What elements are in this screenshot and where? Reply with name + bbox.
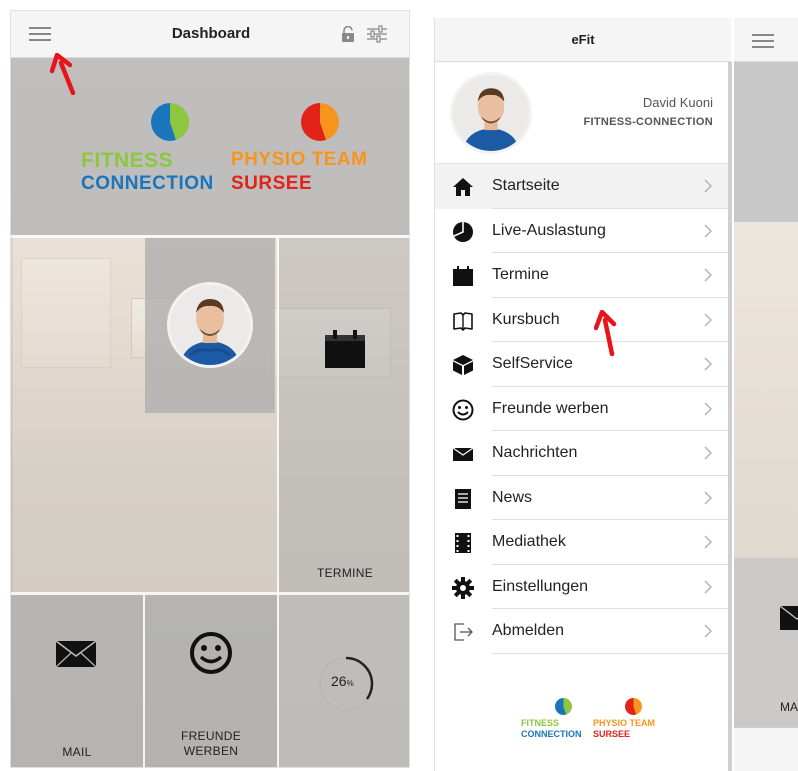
menu-item-label: Nachrichten	[492, 444, 578, 461]
menu-item-label: Termine	[492, 266, 549, 283]
filter-sliders-icon[interactable]	[367, 25, 387, 43]
drawer-header: eFit	[435, 18, 731, 62]
fitness-connection-logo: FITNESS CONNECTION	[81, 103, 213, 198]
menu-item-label: Kursbuch	[492, 310, 560, 328]
menu-item-label: Abmelden	[492, 622, 565, 639]
smiley-icon	[452, 399, 474, 421]
avatar	[450, 72, 532, 154]
freunde-werben-tile[interactable]: FREUNDE WERBEN	[145, 595, 277, 767]
pie-chart-icon	[452, 221, 474, 243]
menu-item-termine[interactable]: Termine	[435, 253, 729, 298]
home-icon	[452, 176, 474, 198]
chevron-right-icon	[703, 356, 713, 372]
chevron-right-icon	[703, 178, 713, 194]
menu-item-selfservice[interactable]: SelfService	[435, 342, 729, 387]
drawer-screen: MA eFit David Kuoni FITNESS-CONNECTION S…	[434, 18, 798, 771]
annotation-arrow-icon	[49, 53, 76, 95]
physio-team-logo: PHYSIO TEAM SURSEE	[593, 698, 655, 744]
navigation-drawer: eFit David Kuoni FITNESS-CONNECTION Star…	[434, 18, 731, 771]
physio-team-logo: PHYSIO TEAM SURSEE	[231, 103, 367, 198]
tile-divider	[143, 595, 145, 767]
chevron-right-icon	[703, 579, 713, 595]
menu-divider	[492, 652, 729, 654]
tile-divider	[11, 592, 409, 595]
logout-icon	[452, 621, 474, 643]
occupancy-value: 26%	[331, 673, 354, 689]
chevron-right-icon	[703, 490, 713, 506]
calendar-icon	[452, 265, 474, 287]
smiley-icon	[190, 632, 232, 674]
avatar	[167, 282, 253, 368]
chevron-right-icon	[703, 223, 713, 239]
profile-name: David Kuoni	[642, 95, 713, 110]
news-icon	[452, 488, 474, 510]
profile-section[interactable]: David Kuoni FITNESS-CONNECTION	[435, 62, 729, 164]
profile-tile[interactable]	[145, 238, 275, 413]
mail-tile[interactable]: MAIL	[11, 595, 143, 767]
menu-item-mediathek[interactable]: Mediathek	[435, 520, 729, 565]
termine-tile[interactable]: TERMINE	[279, 238, 409, 593]
chevron-right-icon	[703, 623, 713, 639]
menu-item-label: Freunde werben	[492, 399, 609, 417]
drawer-menu: Startseite Live-Auslastung Termine Kursbuch…	[435, 164, 729, 654]
chevron-right-icon	[703, 312, 713, 328]
menu-item-freunde-werben[interactable]: Freunde werben	[435, 387, 729, 431]
menu-item-live-auslastung[interactable]: Live-Auslastung	[435, 209, 729, 253]
menu-item-einstellungen[interactable]: Einstellungen	[435, 565, 729, 609]
dashboard-header: Dashboard	[11, 11, 409, 58]
gear-icon	[452, 576, 474, 599]
chevron-right-icon	[703, 267, 713, 283]
menu-item-label: Mediathek	[492, 533, 566, 550]
live-auslastung-tile[interactable]: 26%	[279, 595, 409, 767]
tile-divider	[11, 235, 409, 238]
chevron-right-icon	[703, 534, 713, 550]
menu-item-nachrichten[interactable]: Nachrichten	[435, 431, 729, 476]
box-icon	[452, 354, 474, 376]
drawer-scrollbar[interactable]	[728, 62, 732, 771]
tile-divider	[277, 238, 279, 767]
menu-item-startseite[interactable]: Startseite	[435, 164, 729, 209]
menu-item-abmelden[interactable]: Abmelden	[435, 609, 729, 654]
envelope-icon	[56, 641, 96, 667]
book-icon	[452, 310, 474, 332]
menu-item-label: SelfService	[492, 355, 573, 372]
menu-item-kursbuch[interactable]: Kursbuch	[435, 298, 729, 342]
profile-organization: FITNESS-CONNECTION	[583, 116, 713, 128]
menu-item-label: Live-Auslastung	[492, 221, 606, 239]
app-title: eFit	[571, 32, 595, 47]
film-icon	[452, 532, 474, 554]
chevron-right-icon	[703, 401, 713, 417]
fitness-connection-logo: FITNESS CONNECTION	[521, 698, 582, 744]
hamburger-menu-icon[interactable]	[752, 34, 774, 48]
calendar-icon	[325, 330, 365, 368]
dashboard-behind-drawer: MA	[734, 18, 798, 771]
menu-item-label: News	[492, 488, 533, 506]
envelope-icon	[780, 606, 798, 630]
envelope-icon	[452, 443, 474, 465]
menu-item-news[interactable]: News	[435, 476, 729, 520]
dashboard-screen: Dashboard FITNESS CONNECTION PHYSIO TEAM…	[10, 10, 410, 768]
chevron-right-icon	[703, 445, 713, 461]
lock-icon[interactable]	[341, 26, 355, 42]
annotation-arrow-icon	[594, 310, 617, 356]
menu-item-label: Einstellungen	[492, 577, 589, 595]
menu-item-label: Startseite	[492, 177, 560, 194]
